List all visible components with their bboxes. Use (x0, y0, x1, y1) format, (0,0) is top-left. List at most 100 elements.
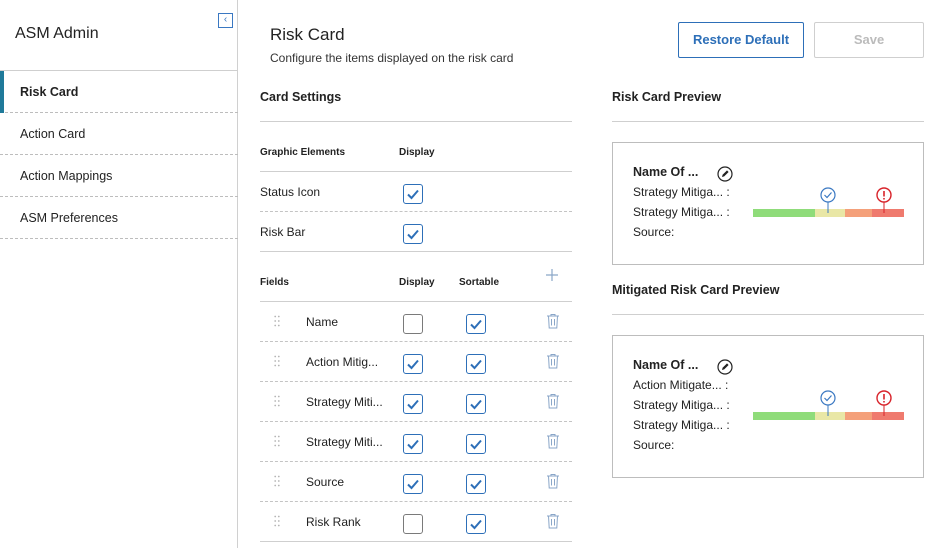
exclamation-circle-icon (876, 390, 892, 416)
divider (260, 461, 572, 462)
plus-icon[interactable] (545, 268, 559, 282)
risk-card-preview: Name Of ... Strategy Mitiga... : Strateg… (612, 142, 924, 265)
risk-bar-orange (845, 412, 872, 420)
divider (260, 341, 572, 342)
divider (260, 381, 572, 382)
drag-handle-icon[interactable] (274, 315, 280, 327)
preview-field: Strategy Mitiga... : (633, 185, 730, 199)
divider (260, 211, 572, 212)
field-sortable-checkbox[interactable] (466, 354, 486, 374)
check-icon (470, 479, 482, 490)
mitigated-preview-name: Name Of ... (633, 358, 699, 372)
drag-handle-icon[interactable] (274, 475, 280, 487)
risk-bar-green (753, 209, 815, 217)
drag-handle-icon[interactable] (274, 515, 280, 527)
restore-default-button[interactable]: Restore Default (678, 22, 804, 58)
sidebar-nav: Risk Card Action Card Action Mappings AS… (0, 70, 238, 239)
graphic-display-header: Display (399, 147, 435, 158)
sidebar: ASM Admin ‹ Risk Card Action Card Action… (0, 0, 238, 548)
mitigated-risk-card-preview-title: Mitigated Risk Card Preview (612, 283, 780, 297)
mitigated-risk-card-preview: Name Of ... Action Mitigate... : Strateg… (612, 335, 924, 478)
pencil-icon (717, 359, 733, 375)
app-title: ASM Admin (15, 25, 99, 42)
field-display-checkbox[interactable] (403, 434, 423, 454)
field-row-label: Strategy Miti... (306, 435, 383, 449)
mitigated-preview-field: Source: (633, 438, 675, 452)
divider (260, 301, 572, 302)
mitigated-preview-field: Strategy Mitiga... : (633, 398, 730, 412)
field-display-checkbox[interactable] (403, 314, 423, 334)
field-display-checkbox[interactable] (403, 394, 423, 414)
pencil-icon (717, 166, 733, 182)
drag-handle-icon[interactable] (274, 395, 280, 407)
risk-bar-green (753, 412, 815, 420)
trash-icon[interactable] (546, 353, 560, 369)
divider (612, 121, 924, 122)
divider (260, 121, 572, 122)
divider (260, 541, 572, 542)
fields-header: Fields (260, 277, 289, 288)
trash-icon[interactable] (546, 433, 560, 449)
check-icon (407, 359, 419, 370)
save-button[interactable]: Save (814, 22, 924, 58)
preview-field: Source: (633, 225, 675, 239)
check-icon (470, 519, 482, 530)
field-row-label: Name (306, 315, 339, 329)
check-icon (407, 229, 419, 240)
field-sortable-checkbox[interactable] (466, 434, 486, 454)
mitigated-preview-field: Strategy Mitiga... : (633, 418, 730, 432)
divider (612, 314, 924, 315)
preview-field: Strategy Mitiga... : (633, 205, 730, 219)
check-icon (470, 319, 482, 330)
field-row-label: Action Mitig... (306, 355, 379, 369)
field-row-label: Risk Rank (306, 515, 361, 529)
preview-name: Name Of ... (633, 165, 699, 179)
risk-card-preview-title: Risk Card Preview (612, 90, 722, 104)
page-title: Risk Card (270, 25, 345, 44)
graphic-row-label: Risk Bar (260, 225, 306, 239)
chevron-left-icon[interactable]: ‹ (218, 13, 233, 28)
field-display-checkbox[interactable] (403, 354, 423, 374)
trash-icon[interactable] (546, 513, 560, 529)
check-circle-icon (820, 390, 836, 416)
trash-icon[interactable] (546, 313, 560, 329)
trash-icon[interactable] (546, 393, 560, 409)
status-icon-display-checkbox[interactable] (403, 184, 423, 204)
risk-bar-orange (845, 209, 872, 217)
divider (260, 501, 572, 502)
field-sortable-checkbox[interactable] (466, 514, 486, 534)
sidebar-item-action-card[interactable]: Action Card (0, 113, 238, 155)
graphic-row-label: Status Icon (260, 185, 321, 199)
divider (260, 421, 572, 422)
field-sortable-checkbox[interactable] (466, 314, 486, 334)
check-icon (407, 479, 419, 490)
drag-handle-icon[interactable] (274, 435, 280, 447)
page-subtitle: Configure the items displayed on the ris… (270, 51, 514, 65)
exclamation-circle-icon (876, 187, 892, 213)
card-settings-title: Card Settings (260, 90, 342, 104)
field-display-checkbox[interactable] (403, 474, 423, 494)
check-icon (470, 439, 482, 450)
fields-display-header: Display (399, 277, 435, 288)
check-circle-icon (820, 187, 836, 213)
field-row-label: Source (306, 475, 345, 489)
graphic-elements-header: Graphic Elements (260, 147, 346, 158)
divider (260, 251, 572, 252)
mitigated-preview-field: Action Mitigate... : (633, 378, 729, 392)
field-row-label: Strategy Miti... (306, 395, 383, 409)
check-icon (407, 439, 419, 450)
sidebar-item-risk-card[interactable]: Risk Card (0, 71, 238, 113)
divider (260, 171, 572, 172)
check-icon (407, 399, 419, 410)
trash-icon[interactable] (546, 473, 560, 489)
drag-handle-icon[interactable] (274, 355, 280, 367)
check-icon (470, 399, 482, 410)
field-sortable-checkbox[interactable] (466, 394, 486, 414)
field-display-checkbox[interactable] (403, 514, 423, 534)
field-sortable-checkbox[interactable] (466, 474, 486, 494)
check-icon (470, 359, 482, 370)
risk-bar-display-checkbox[interactable] (403, 224, 423, 244)
sidebar-item-asm-preferences[interactable]: ASM Preferences (0, 197, 238, 239)
fields-sortable-header: Sortable (459, 277, 500, 288)
sidebar-item-action-mappings[interactable]: Action Mappings (0, 155, 238, 197)
